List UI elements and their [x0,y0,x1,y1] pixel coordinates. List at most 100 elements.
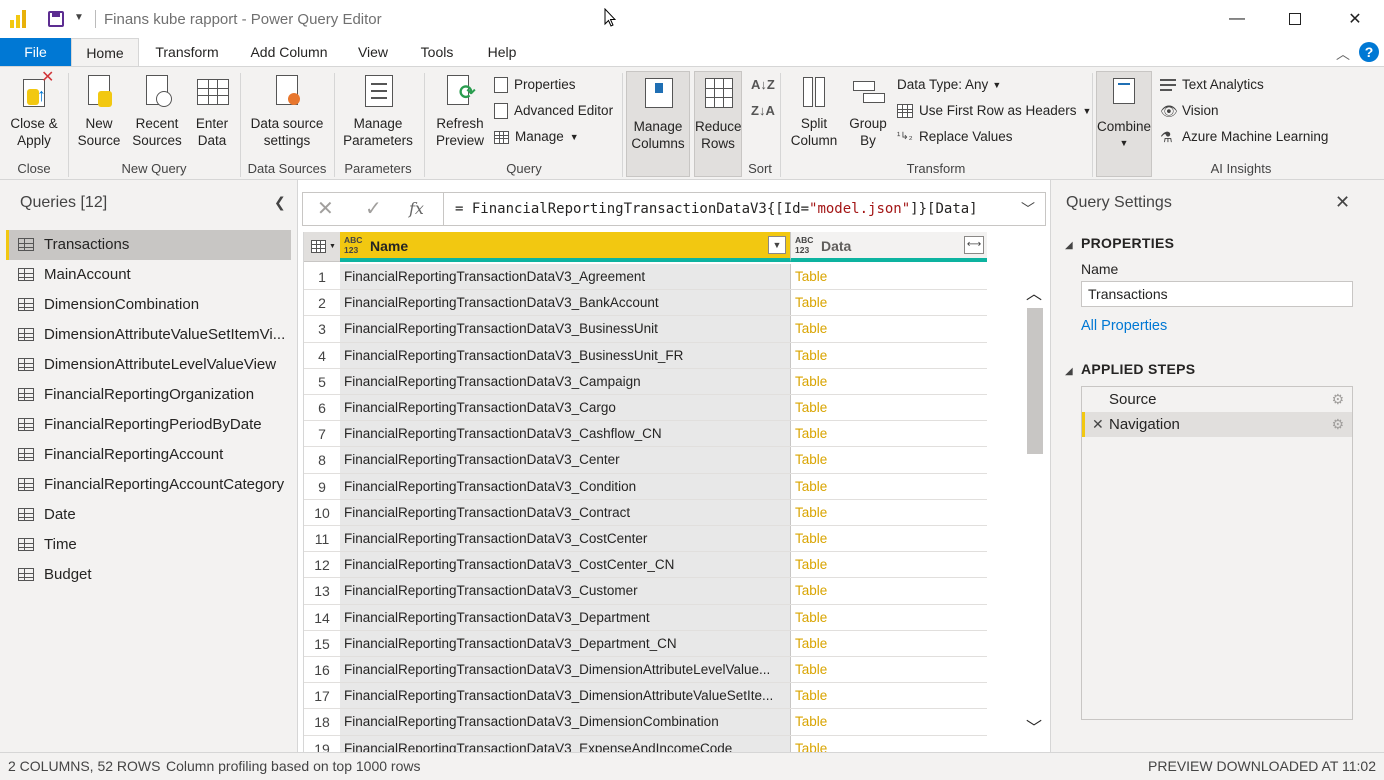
function-icon[interactable]: fx [409,193,424,225]
table-link-cell[interactable]: Table [790,578,987,604]
applied-steps-section-header[interactable]: ◢ APPLIED STEPS [1065,361,1195,377]
close-apply-button[interactable]: ✕ ↑ Close & Apply [6,69,62,149]
table-link-cell[interactable]: Table [790,604,987,630]
row-number[interactable]: 3 [304,316,340,342]
row-number[interactable]: 2 [304,290,340,316]
tab-transform[interactable]: Transform [144,38,230,66]
table-link-cell[interactable]: Table [790,395,987,421]
table-link-cell[interactable]: Table [790,447,987,473]
table-row[interactable]: 2 FinancialReportingTransactionDataV3_Ban… [304,290,987,317]
name-cell[interactable]: FinancialReportingTransactionDataV3_Cost… [340,552,790,578]
query-item[interactable]: DimensionAttributeLevelValueView [6,350,291,380]
tab-home[interactable]: Home [71,38,139,66]
name-cell[interactable]: FinancialReportingTransactionDataV3_Camp… [340,368,790,394]
row-number[interactable]: 17 [304,683,340,709]
confirm-formula-icon[interactable]: ✓ [365,193,382,225]
name-cell[interactable]: FinancialReportingTransactionDataV3_Cost… [340,526,790,552]
table-link-cell[interactable]: Table [790,552,987,578]
row-number[interactable]: 1 [304,264,340,290]
delete-step-icon[interactable]: ✕ [1092,412,1104,437]
name-cell[interactable]: FinancialReportingTransactionDataV3_Expe… [340,735,790,752]
tab-file[interactable]: File [0,38,71,66]
combine-button[interactable]: Combine ▼ [1096,71,1152,177]
name-cell[interactable]: FinancialReportingTransactionDataV3_Cent… [340,447,790,473]
manage-button[interactable]: Manage ▼ [494,126,579,148]
table-link-cell[interactable]: Table [790,473,987,499]
table-row[interactable]: 6 FinancialReportingTransactionDataV3_Car… [304,395,987,422]
collapse-ribbon-icon[interactable]: ︿ [1336,44,1350,64]
table-row[interactable]: 15 FinancialReportingTransactionDataV3_De… [304,630,987,657]
vision-button[interactable]: 👁 Vision [1160,100,1219,122]
table-row[interactable]: 16 FinancialReportingTransactionDataV3_Di… [304,657,987,684]
scroll-thumb[interactable] [1027,308,1043,454]
new-source-button[interactable]: New Source [72,73,126,149]
replace-values-button[interactable]: ¹↳₂ Replace Values [897,126,1013,148]
close-settings-icon[interactable]: ✕ [1335,192,1350,213]
table-row[interactable]: 13 FinancialReportingTransactionDataV3_Cu… [304,578,987,605]
query-item[interactable]: FinancialReportingAccount [6,440,291,470]
tab-add-column[interactable]: Add Column [244,38,334,66]
query-item[interactable]: FinancialReportingPeriodByDate [6,410,291,440]
table-link-cell[interactable]: Table [790,657,987,683]
table-row[interactable]: 5 FinancialReportingTransactionDataV3_Cam… [304,368,987,395]
row-number[interactable]: 19 [304,735,340,752]
step-source[interactable]: Source ⚙ [1082,387,1352,412]
advanced-editor-button[interactable]: Advanced Editor [494,100,613,122]
tab-tools[interactable]: Tools [412,38,462,66]
query-item[interactable]: FinancialReportingOrganization [6,380,291,410]
data-type-dropdown[interactable]: Data Type: Any ▼ [897,74,1001,96]
table-link-cell[interactable]: Table [790,683,987,709]
manage-parameters-button[interactable]: Manage Parameters [338,73,418,149]
table-row[interactable]: 4 FinancialReportingTransactionDataV3_Bus… [304,342,987,369]
table-row[interactable]: 12 FinancialReportingTransactionDataV3_Co… [304,552,987,579]
row-number[interactable]: 13 [304,578,340,604]
name-cell[interactable]: FinancialReportingTransactionDataV3_Dime… [340,657,790,683]
name-cell[interactable]: FinancialReportingTransactionDataV3_Carg… [340,395,790,421]
name-cell[interactable]: FinancialReportingTransactionDataV3_Agre… [340,264,790,290]
expand-column-icon[interactable]: ⟷ [964,236,984,254]
table-link-cell[interactable]: Table [790,368,987,394]
table-link-cell[interactable]: Table [790,499,987,525]
split-column-button[interactable]: Split Column [786,73,842,149]
sort-ascending-icon[interactable]: A↓Z [751,74,775,96]
text-analytics-button[interactable]: Text Analytics [1160,74,1264,96]
query-item[interactable]: MainAccount [6,260,291,290]
table-row[interactable]: 1 FinancialReportingTransactionDataV3_Agr… [304,264,987,291]
formula-input[interactable]: = FinancialReportingTransactionDataV3{[I… [455,193,978,225]
query-item[interactable]: FinancialReportingAccountCategory [6,470,291,500]
all-properties-link[interactable]: All Properties [1081,318,1167,334]
query-name-input[interactable] [1081,281,1353,307]
scroll-down-icon[interactable]: ﹀ [1026,714,1042,738]
enter-data-button[interactable]: Enter Data [190,73,234,149]
name-cell[interactable]: FinancialReportingTransactionDataV3_Cond… [340,473,790,499]
recent-sources-button[interactable]: Recent Sources [128,73,186,149]
query-item[interactable]: DimensionCombination [6,290,291,320]
name-cell[interactable]: FinancialReportingTransactionDataV3_Bank… [340,290,790,316]
row-number[interactable]: 5 [304,368,340,394]
name-cell[interactable]: FinancialReportingTransactionDataV3_Dime… [340,709,790,735]
tab-help[interactable]: Help [478,38,526,66]
type-any-icon[interactable]: ABC 123 [795,235,813,255]
name-cell[interactable]: FinancialReportingTransactionDataV3_Cash… [340,421,790,447]
table-row[interactable]: 9 FinancialReportingTransactionDataV3_Con… [304,473,987,500]
gear-icon[interactable]: ⚙ [1331,387,1344,412]
name-cell[interactable]: FinancialReportingTransactionDataV3_Depa… [340,630,790,656]
quick-access-dropdown-icon[interactable]: ▼ [74,12,84,23]
table-row[interactable]: 14 FinancialReportingTransactionDataV3_De… [304,604,987,631]
table-row[interactable]: 17 FinancialReportingTransactionDataV3_Di… [304,683,987,710]
table-link-cell[interactable]: Table [790,735,987,752]
row-number[interactable]: 12 [304,552,340,578]
row-number[interactable]: 8 [304,447,340,473]
name-cell[interactable]: FinancialReportingTransactionDataV3_Busi… [340,316,790,342]
azure-ml-button[interactable]: ⚗ Azure Machine Learning [1160,126,1328,148]
filter-dropdown-icon[interactable]: ▼ [768,236,786,254]
data-source-settings-button[interactable]: Data source settings [246,73,328,149]
refresh-preview-button[interactable]: ⟳ Refresh Preview [430,73,490,149]
query-item[interactable]: Date [6,500,291,530]
gear-icon[interactable]: ⚙ [1331,412,1344,437]
row-number[interactable]: 10 [304,499,340,525]
sort-descending-icon[interactable]: Z↓A [751,100,775,122]
query-item[interactable]: DimensionAttributeValueSetItemVi... [6,320,291,350]
table-row[interactable]: 11 FinancialReportingTransactionDataV3_Co… [304,526,987,553]
table-row[interactable]: 8 FinancialReportingTransactionDataV3_Cen… [304,447,987,474]
